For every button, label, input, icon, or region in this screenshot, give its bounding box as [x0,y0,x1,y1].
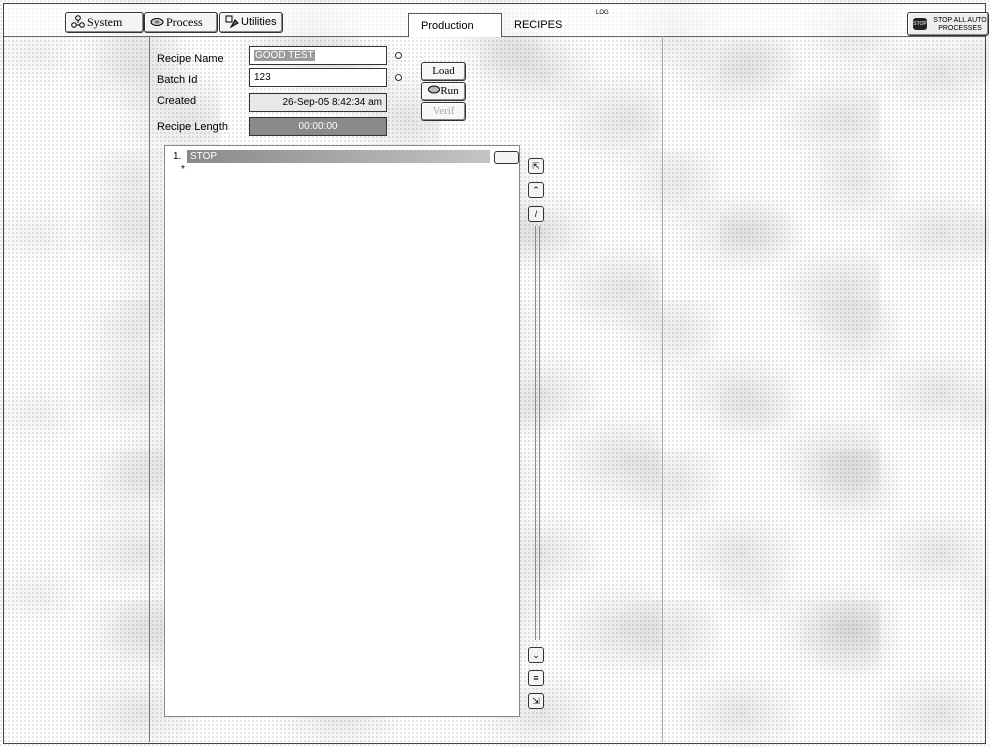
tab-production-label: Production [421,20,474,32]
batch-id-value: 123 [254,72,271,83]
stop-sign-icon: STOP [913,18,927,30]
recipe-length-label: Recipe Length [157,121,228,133]
batch-id-indicator [395,74,402,81]
verify-label: Verif [432,105,455,117]
stop-line2: PROCESSES [938,25,982,32]
verify-button[interactable]: Verif [421,102,466,121]
recipe-name-value: GOOD TEST [254,50,315,61]
bottom-icon[interactable]: ⇲ [528,693,544,709]
scroll-track[interactable] [535,226,540,640]
run-label: Run [440,85,459,97]
system-icon [71,15,85,28]
step-edit-button[interactable] [494,151,519,164]
step-label: STOP [190,151,218,162]
step-down-icon[interactable]: ⌄ [528,647,544,663]
recipe-name-label: Recipe Name [157,53,224,65]
utilities-label: Utilities [241,16,277,28]
process-icon [150,18,164,26]
load-label: Load [432,65,455,77]
process-label: Process [166,15,203,29]
run-button[interactable]: Run [421,82,466,101]
top-toolbar: System Process Utilities Production RECI… [4,4,989,37]
new-row-marker: * [181,164,185,175]
recipe-length-value: 00:00:00 [298,121,338,132]
utilities-button[interactable]: Utilities [219,12,283,33]
divider [662,36,663,742]
tab-production[interactable]: Production [408,13,502,37]
recipe-step-list[interactable]: 1. STOP * [164,145,520,717]
tab-recipes-label: RECIPES [514,19,563,31]
page-up-icon[interactable]: ⌃ [528,182,544,198]
system-label: System [87,15,123,29]
recipe-length-field: 00:00:00 [249,117,387,136]
step-up-icon[interactable]: / [528,206,544,222]
recipe-name-indicator [395,52,402,59]
divider [149,36,150,742]
recipe-name-field[interactable]: GOOD TEST [249,46,387,65]
system-button[interactable]: System [65,12,144,33]
batch-id-label: Batch Id [157,74,198,86]
stop-line1: STOP ALL AUTO [933,17,987,24]
utilities-icon [225,15,239,29]
run-icon [428,85,441,94]
created-field: 26-Sep-05 8:42:34 am [249,93,387,112]
step-number: 1. [173,151,182,162]
tab-recipes[interactable]: RECIPES [514,13,562,37]
created-value: 26-Sep-05 8:42:34 am [282,97,382,108]
top-icon[interactable]: ⇱ [528,158,544,174]
created-label: Created [157,95,197,107]
step-row-selected[interactable]: STOP [187,150,490,163]
stop-all-processes-button[interactable]: STOP STOP ALL AUTO PROCESSES [907,12,989,36]
page-down-icon[interactable]: ≡ [528,670,544,686]
process-button[interactable]: Process [144,12,218,33]
batch-id-field[interactable]: 123 [249,68,387,87]
load-button[interactable]: Load [421,62,466,81]
log-label[interactable]: LOG [596,10,609,16]
